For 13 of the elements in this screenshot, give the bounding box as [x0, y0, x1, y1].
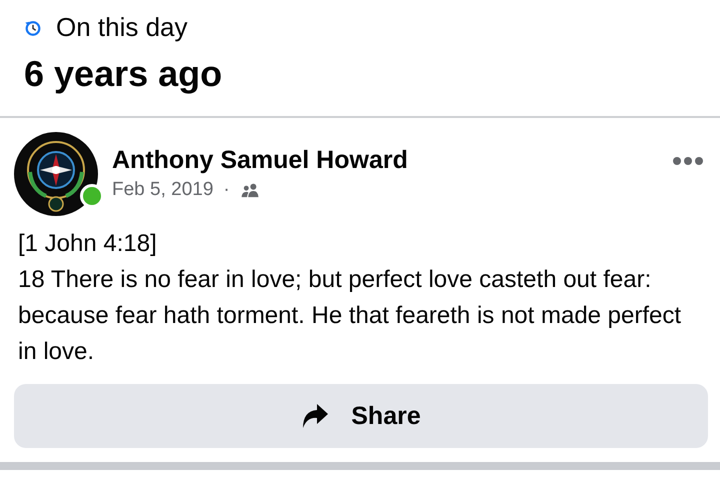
memory-title: 6 years ago [24, 53, 224, 95]
post-text: [1 John 4:18] [18, 229, 158, 259]
separator-dot: · [223, 179, 230, 201]
friends-audience-icon [240, 182, 261, 198]
section-label: On this day [56, 12, 188, 43]
post-text: 18 There is no fear in love; but perfect love casteth out fear: because fear hath torment. He that feareth is not made perfect in love. [18, 265, 682, 367]
post-date[interactable]: Feb 5, 2019 [112, 179, 214, 201]
share-button[interactable]: Share [14, 384, 708, 448]
author-name[interactable]: Anthony Samuel Howard [112, 146, 672, 175]
more-options-icon[interactable] [672, 156, 704, 166]
avatar[interactable] [14, 132, 98, 216]
history-icon [24, 18, 42, 36]
share-arrow-icon [301, 403, 330, 429]
